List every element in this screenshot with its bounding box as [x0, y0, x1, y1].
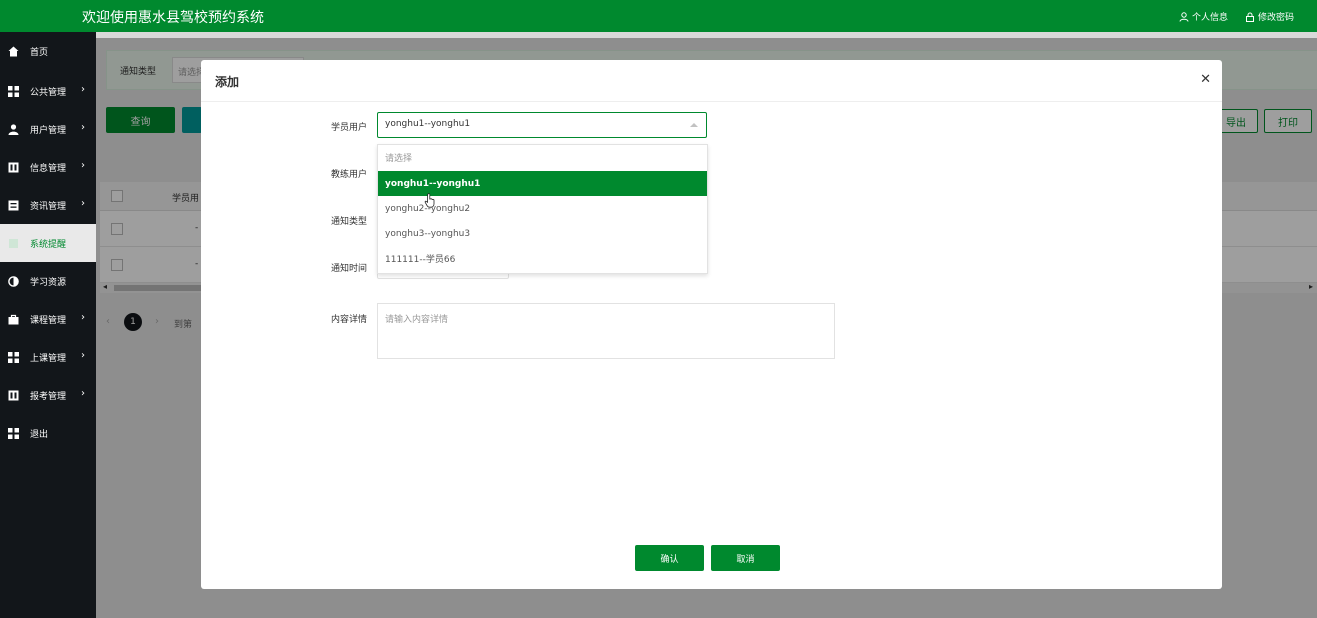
sidebar-item-courses[interactable]: 课程管理 ›: [0, 300, 96, 338]
sidebar-item-label: 资讯管理: [30, 201, 67, 212]
app-title: 欢迎使用惠水县驾校预约系统: [82, 10, 264, 26]
sidebar-item-label: 上课管理: [30, 353, 67, 364]
bag-icon: [7, 313, 19, 325]
dropdown-option[interactable]: yonghu3--yonghu3: [378, 221, 707, 246]
sidebar-item-classes[interactable]: 上课管理 ›: [0, 338, 96, 376]
sidebar-item-label: 学习资源: [30, 277, 67, 288]
chevron-right-icon: ›: [81, 198, 85, 209]
sidebar-item-label: 退出: [30, 429, 49, 440]
change-password-label: 修改密码: [1258, 13, 1295, 23]
sidebar-item-info[interactable]: 信息管理 ›: [0, 148, 96, 186]
bell-icon: [7, 237, 19, 249]
chevron-right-icon: ›: [81, 312, 85, 323]
sidebar: 首页 公共管理 › 用户管理 › 信息管理 › 资讯管理 › 系统提醒 学习资源…: [0, 32, 96, 618]
sidebar-item-label: 首页: [30, 47, 49, 58]
sidebar-item-label: 信息管理: [30, 163, 67, 174]
notice-time-label: 通知时间: [330, 264, 367, 274]
sidebar-item-label: 用户管理: [30, 125, 67, 136]
table-icon: [7, 389, 19, 401]
notice-type-label: 通知类型: [330, 217, 367, 227]
sidebar-item-public[interactable]: 公共管理 ›: [0, 72, 96, 110]
chevron-right-icon: ›: [81, 84, 85, 95]
dialog-header: 添加 ✕: [201, 60, 1222, 102]
confirm-button[interactable]: 确认: [635, 545, 704, 571]
sidebar-item-home[interactable]: 首页: [0, 32, 96, 70]
user-icon: [1179, 11, 1189, 22]
chevron-right-icon: ›: [81, 350, 85, 361]
table-icon: [7, 161, 19, 173]
profile-link-label: 个人信息: [1192, 13, 1229, 23]
news-icon: [7, 199, 19, 211]
top-header: 欢迎使用惠水县驾校预约系统 个人信息 修改密码: [0, 0, 1317, 32]
sidebar-item-label: 课程管理: [30, 315, 67, 326]
chevron-right-icon: ›: [81, 388, 85, 399]
sidebar-item-label: 系统提醒: [30, 239, 67, 250]
dropdown-option[interactable]: 111111--学员66: [378, 246, 707, 271]
sidebar-item-label: 公共管理: [30, 87, 67, 98]
chevron-right-icon: ›: [81, 160, 85, 171]
change-password-link[interactable]: 修改密码: [1245, 10, 1294, 23]
profile-link[interactable]: 个人信息: [1179, 10, 1228, 23]
close-icon[interactable]: ✕: [1200, 72, 1211, 87]
grid-icon: [7, 351, 19, 363]
content-detail-label: 内容详情: [330, 315, 367, 325]
content-detail-textarea[interactable]: 请输入内容详情: [377, 303, 835, 359]
half-circle-icon: [7, 275, 19, 287]
dialog-title: 添加: [215, 75, 240, 89]
chevron-right-icon: ›: [81, 122, 85, 133]
cancel-button[interactable]: 取消: [711, 545, 780, 571]
sidebar-item-exams[interactable]: 报考管理 ›: [0, 376, 96, 414]
caret-up-icon: [690, 123, 698, 127]
content-detail-placeholder: 请输入内容详情: [385, 315, 449, 325]
hand-cursor-icon: [424, 193, 435, 208]
sidebar-item-resources[interactable]: 学习资源: [0, 262, 96, 300]
sidebar-item-news[interactable]: 资讯管理 ›: [0, 186, 96, 224]
user-icon: [7, 123, 19, 135]
sidebar-item-users[interactable]: 用户管理 ›: [0, 110, 96, 148]
sidebar-item-reminder[interactable]: 系统提醒: [0, 224, 96, 262]
grid-icon: [7, 427, 19, 439]
student-user-dropdown: 请选择 yonghu1--yonghu1 yonghu2--yonghu2 yo…: [377, 144, 708, 274]
dropdown-option-placeholder[interactable]: 请选择: [378, 145, 707, 170]
student-user-select[interactable]: yonghu1--yonghu1: [377, 112, 707, 138]
grid-icon: [7, 85, 19, 97]
student-user-label: 学员用户: [330, 123, 367, 133]
home-icon: [7, 45, 19, 57]
lock-icon: [1246, 12, 1254, 22]
coach-user-label: 教练用户: [330, 170, 367, 180]
sidebar-item-label: 报考管理: [30, 391, 67, 402]
sidebar-item-logout[interactable]: 退出: [0, 414, 96, 452]
student-user-value: yonghu1--yonghu1: [385, 119, 471, 129]
